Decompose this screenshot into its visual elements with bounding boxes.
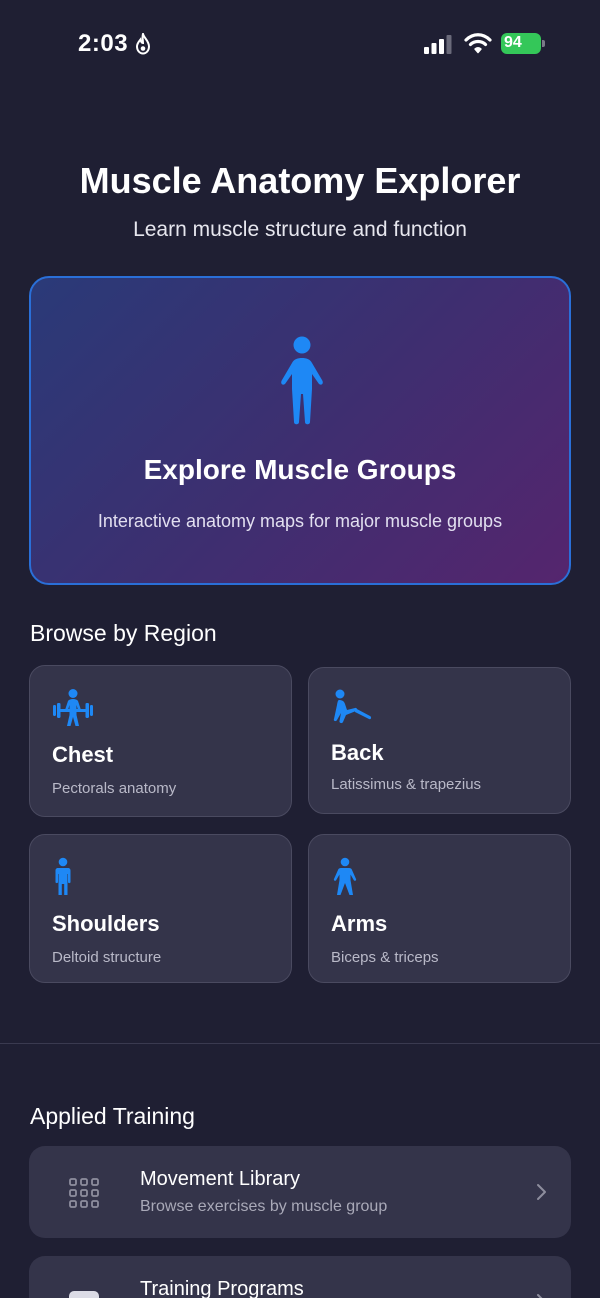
figure-stretching-icon — [333, 689, 372, 724]
chevron-right-icon — [537, 1294, 543, 1298]
battery-level: 94 — [501, 33, 541, 54]
status-bar: 2:03 94 — [0, 0, 600, 90]
figure-arms-open-icon — [333, 857, 357, 895]
section-divider — [0, 1043, 600, 1044]
browse-by-region-heading: Browse by Region — [30, 620, 217, 646]
region-card-shoulders[interactable]: Shoulders Deltoid structure — [29, 834, 292, 983]
applied-training-heading: Applied Training — [30, 1103, 195, 1129]
chevron-right-icon — [537, 1184, 546, 1200]
region-description: Pectorals anatomy — [52, 780, 177, 797]
list-item-title: Movement Library — [140, 1168, 301, 1190]
region-card-arms[interactable]: Arms Biceps & triceps — [308, 834, 571, 983]
calendar-icon — [69, 1291, 99, 1298]
region-name: Shoulders — [52, 911, 160, 936]
list-item-title: Training Programs — [140, 1278, 304, 1298]
region-description: Biceps & triceps — [331, 949, 439, 966]
region-card-back[interactable]: Back Latissimus & trapezius — [308, 667, 571, 814]
battery-tip — [542, 40, 545, 47]
hero-title: Explore Muscle Groups — [143, 454, 457, 485]
training-programs-row[interactable]: Training Programs — [29, 1256, 571, 1298]
battery-percentage: 94 — [504, 34, 522, 51]
status-time: 2:03 — [78, 30, 129, 57]
flame-icon — [135, 33, 151, 55]
region-card-chest[interactable]: Chest Pectorals anatomy — [29, 665, 292, 817]
movement-library-row[interactable]: Movement Library Browse exercises by mus… — [29, 1146, 571, 1238]
explore-muscle-groups-card[interactable]: Explore Muscle Groups Interactive anatom… — [29, 276, 571, 585]
region-description: Latissimus & trapezius — [331, 776, 482, 793]
region-name: Back — [331, 740, 384, 765]
figure-strengthtraining-icon — [53, 689, 93, 726]
wifi-icon — [464, 33, 492, 54]
region-description: Deltoid structure — [52, 949, 162, 966]
page-title: Muscle Anatomy Explorer — [79, 160, 521, 201]
region-name: Arms — [331, 911, 388, 936]
cellular-signal-icon — [424, 35, 452, 54]
grid-icon — [69, 1178, 99, 1208]
region-name: Chest — [52, 742, 114, 767]
page-subtitle: Learn muscle structure and function — [133, 218, 467, 241]
list-item-subtitle: Browse exercises by muscle group — [140, 1198, 388, 1215]
battery-icon: 94 — [501, 33, 545, 54]
hero-description: Interactive anatomy maps for major muscl… — [97, 511, 503, 531]
figure-stand-icon — [55, 857, 71, 895]
figure-standing-icon — [281, 336, 323, 425]
app-screen: 2:03 94 Muscle Anatomy Explorer Learn mu… — [0, 0, 600, 1298]
